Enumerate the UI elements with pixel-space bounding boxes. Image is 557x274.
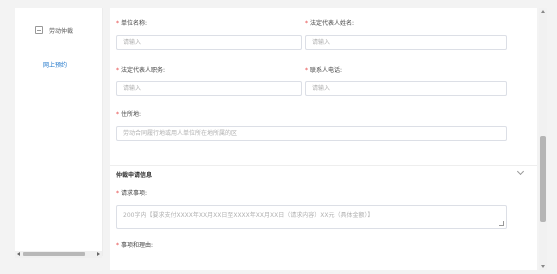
legal-rep-name-label: * 法定代表人姓名: (305, 20, 355, 27)
horizontal-scroll-thumb[interactable] (23, 252, 85, 256)
contact-phone-label: * 联系人电话: (305, 67, 343, 74)
request-items-label: * 请求事项: (116, 190, 148, 197)
chevron-down-icon[interactable] (516, 167, 525, 176)
vertical-scroll-thumb[interactable] (540, 136, 546, 222)
request-items-textarea[interactable]: 200字内【要求支付XXXX年XX月XX日至XXXX年XX月XX日（请求内容）X… (116, 205, 507, 229)
arbitration-section-header[interactable]: 仲裁申请信息 (110, 165, 537, 180)
sidebar: 劳动仲裁 网上预约 (15, 8, 103, 256)
scroll-left-icon[interactable] (17, 252, 20, 256)
address-input[interactable]: 劳动合同履行地或用人单位所在地所属的区 (116, 126, 507, 141)
sidebar-item-online-appointment[interactable]: 网上预约 (43, 60, 67, 69)
section-title: 仲裁申请信息 (116, 172, 153, 179)
collapse-icon[interactable] (35, 26, 43, 34)
sidebar-group-label: 劳动仲裁 (49, 27, 74, 35)
legal-rep-title-input[interactable]: 请输入 (116, 81, 302, 96)
contact-phone-input[interactable]: 请输入 (305, 81, 507, 96)
unit-name-input[interactable]: 请输入 (116, 35, 302, 50)
legal-rep-title-label: * 法定代表人职务: (116, 67, 166, 74)
unit-name-label: * 单位名称: (116, 20, 148, 27)
scroll-down-icon[interactable] (541, 265, 545, 268)
request-items-placeholder: 200字内【要求支付XXXX年XX月XX日至XXXX年XX月XX日（请求内容）X… (123, 212, 374, 219)
legal-rep-name-input[interactable]: 请输入 (305, 35, 507, 50)
sidebar-group-labor-arbitration[interactable]: 劳动仲裁 (35, 22, 101, 38)
vertical-scrollbar[interactable] (539, 8, 547, 270)
address-label: * 住所地: (116, 111, 142, 118)
form-panel: * 单位名称: 请输入 * 法定代表人姓名: 请输入 * 法定代表人职务: 请输入 *… (110, 8, 537, 270)
resize-handle-icon[interactable] (499, 221, 504, 226)
facts-reasons-label: * 事项和理由: (116, 242, 154, 249)
scroll-right-icon[interactable] (97, 252, 100, 256)
horizontal-scrollbar[interactable] (15, 251, 102, 258)
scroll-up-icon[interactable] (541, 10, 545, 13)
